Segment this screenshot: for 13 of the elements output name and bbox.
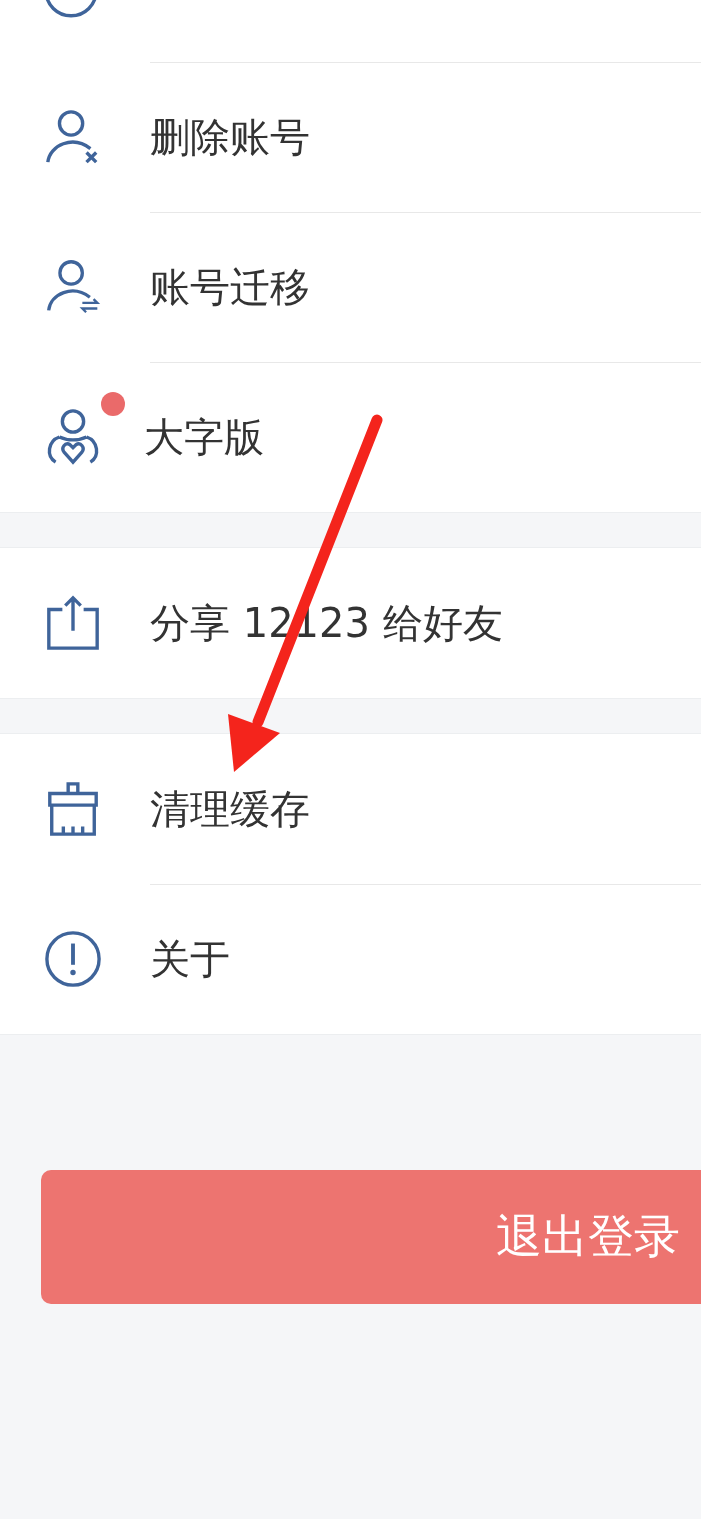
row-label: 关于 [150,934,230,984]
row-label: 账号迁移 [150,262,310,312]
row-label: 清理缓存 [150,784,310,834]
user-swap-icon [44,258,102,316]
settings-row[interactable]: 清理缓存 [0,734,701,884]
row-label: 大字版 [144,412,264,462]
settings-row[interactable]: 关于 [0,884,701,1034]
share-icon [44,594,102,652]
settings-row[interactable]: 大字版 [0,362,701,512]
info-icon [44,930,102,988]
row-label: 删除账号 [150,112,310,162]
settings-row[interactable]: 账号迁移 [0,212,701,362]
settings-row[interactable]: 删除账号 [0,62,701,212]
